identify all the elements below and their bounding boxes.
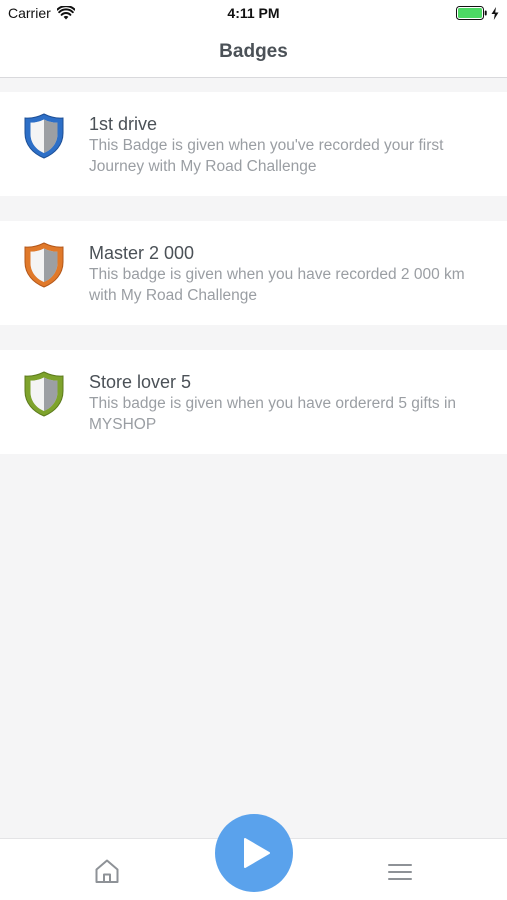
page-title: Badges [219, 41, 288, 62]
status-time: 4:11 PM [227, 5, 280, 21]
home-tab-button[interactable] [93, 857, 121, 885]
badge-description: This Badge is given when you've recorded… [89, 137, 444, 175]
badge-title: Master 2 000 [89, 243, 195, 263]
blue-shield-icon [22, 112, 66, 160]
badge-card-master-2000[interactable]: Master 2 000 This badge is given when yo… [0, 221, 507, 325]
green-shield-icon [22, 370, 66, 418]
navigation-bar: Badges [0, 28, 507, 78]
badge-title: 1st drive [89, 114, 158, 134]
badge-card-1st-drive[interactable]: 1st drive This Badge is given when you'v… [0, 92, 507, 196]
badge-card-store-lover-5[interactable]: Store lover 5 This badge is given when y… [0, 350, 507, 454]
start-journey-button[interactable] [215, 814, 293, 892]
play-icon [244, 838, 270, 868]
orange-shield-icon [22, 241, 66, 289]
status-bar: Carrier 4:11 PM [0, 0, 507, 28]
hamburger-menu-icon [388, 864, 412, 880]
badge-description: This badge is given when you have ordere… [89, 395, 457, 433]
battery-icon [456, 6, 488, 20]
badge-list: 1st drive This Badge is given when you'v… [0, 92, 507, 479]
battery-indicator [456, 6, 499, 20]
badge-title: Store lover 5 [89, 372, 192, 392]
home-icon [95, 859, 119, 883]
menu-tab-button[interactable] [386, 861, 414, 883]
bolt-icon [491, 6, 499, 20]
badge-description: This badge is given when you have record… [89, 266, 465, 304]
